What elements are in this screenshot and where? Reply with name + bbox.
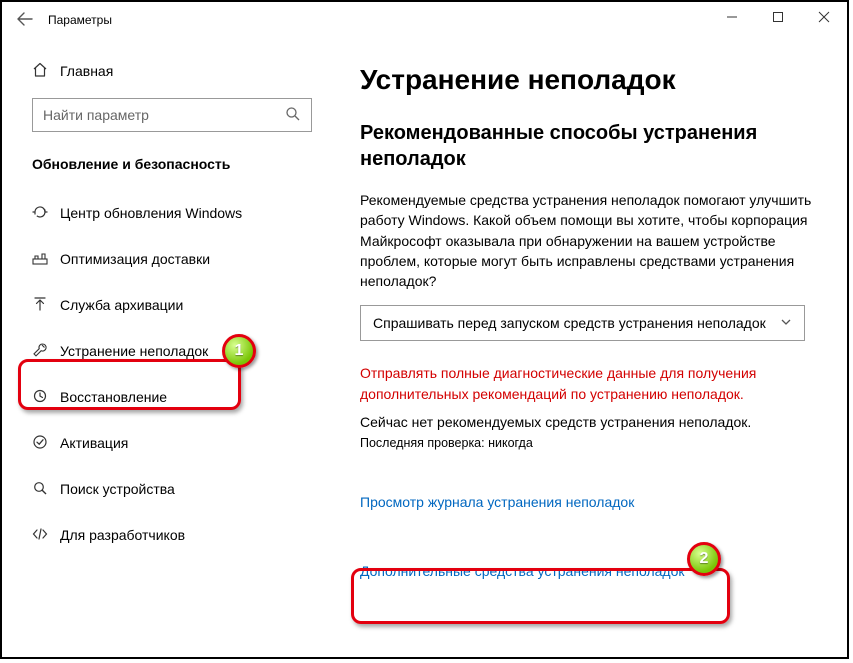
update-icon	[32, 204, 60, 223]
backup-icon	[32, 296, 60, 315]
sidebar-item-windows-update[interactable]: Центр обновления Windows	[32, 190, 322, 236]
link-view-history[interactable]: Просмотр журнала устранения неполадок	[360, 494, 634, 510]
troubleshoot-icon	[32, 342, 60, 361]
window-title: Параметры	[48, 13, 112, 27]
sidebar-item-label: Устранение неполадок	[60, 343, 208, 359]
search-icon	[285, 106, 301, 125]
find-device-icon	[32, 480, 60, 499]
titlebar: Параметры	[2, 2, 847, 38]
sidebar-home[interactable]: Главная	[32, 52, 322, 90]
content: Устранение неполадок Рекомендованные спо…	[360, 64, 827, 657]
sidebar-item-label: Оптимизация доставки	[60, 251, 210, 267]
sidebar-item-label: Поиск устройства	[60, 481, 175, 497]
minimize-button[interactable]	[709, 2, 755, 32]
sidebar-section-title: Обновление и безопасность	[32, 156, 322, 172]
dropdown-value: Спрашивать перед запуском средств устран…	[373, 315, 766, 331]
search-input[interactable]: Найти параметр	[32, 98, 312, 132]
last-check-text: Последняя проверка: никогда	[360, 436, 827, 450]
diagnostic-warning: Отправлять полные диагностические данные…	[360, 363, 827, 404]
sidebar-home-label: Главная	[60, 63, 113, 79]
maximize-button[interactable]	[755, 2, 801, 32]
sidebar-item-developers[interactable]: Для разработчиков	[32, 512, 322, 558]
sidebar-item-find-device[interactable]: Поиск устройства	[32, 466, 322, 512]
recovery-icon	[32, 388, 60, 407]
sidebar-item-label: Восстановление	[60, 389, 167, 405]
sidebar-item-delivery-optimization[interactable]: Оптимизация доставки	[32, 236, 322, 282]
home-icon	[32, 62, 60, 81]
close-button[interactable]	[801, 2, 847, 32]
sidebar-item-label: Служба архивации	[60, 297, 183, 313]
activation-icon	[32, 434, 60, 453]
chevron-down-icon	[780, 315, 792, 331]
sidebar-item-label: Для разработчиков	[60, 527, 185, 543]
sidebar-item-troubleshoot[interactable]: Устранение неполадок	[32, 328, 322, 374]
search-placeholder: Найти параметр	[43, 107, 149, 123]
page-title: Устранение неполадок	[360, 64, 827, 96]
delivery-icon	[32, 250, 60, 269]
status-text: Сейчас нет рекомендуемых средств устране…	[360, 414, 827, 430]
troubleshoot-pref-dropdown[interactable]: Спрашивать перед запуском средств устран…	[360, 305, 805, 341]
section-body: Рекомендуемые средства устранения непола…	[360, 190, 827, 291]
sidebar-item-recovery[interactable]: Восстановление	[32, 374, 322, 420]
sidebar-nav: Центр обновления Windows Оптимизация дос…	[32, 190, 322, 558]
sidebar-item-activation[interactable]: Активация	[32, 420, 322, 466]
section-heading: Рекомендованные способы устранения непол…	[360, 120, 827, 172]
sidebar-item-label: Центр обновления Windows	[60, 205, 242, 221]
link-additional-troubleshooters[interactable]: Дополнительные средства устранения непол…	[360, 563, 685, 579]
sidebar-item-backup[interactable]: Служба архивации	[32, 282, 322, 328]
back-button[interactable]	[2, 12, 48, 29]
developers-icon	[32, 526, 60, 545]
sidebar: Главная Найти параметр Обновление и безо…	[2, 52, 322, 657]
sidebar-item-label: Активация	[60, 435, 128, 451]
